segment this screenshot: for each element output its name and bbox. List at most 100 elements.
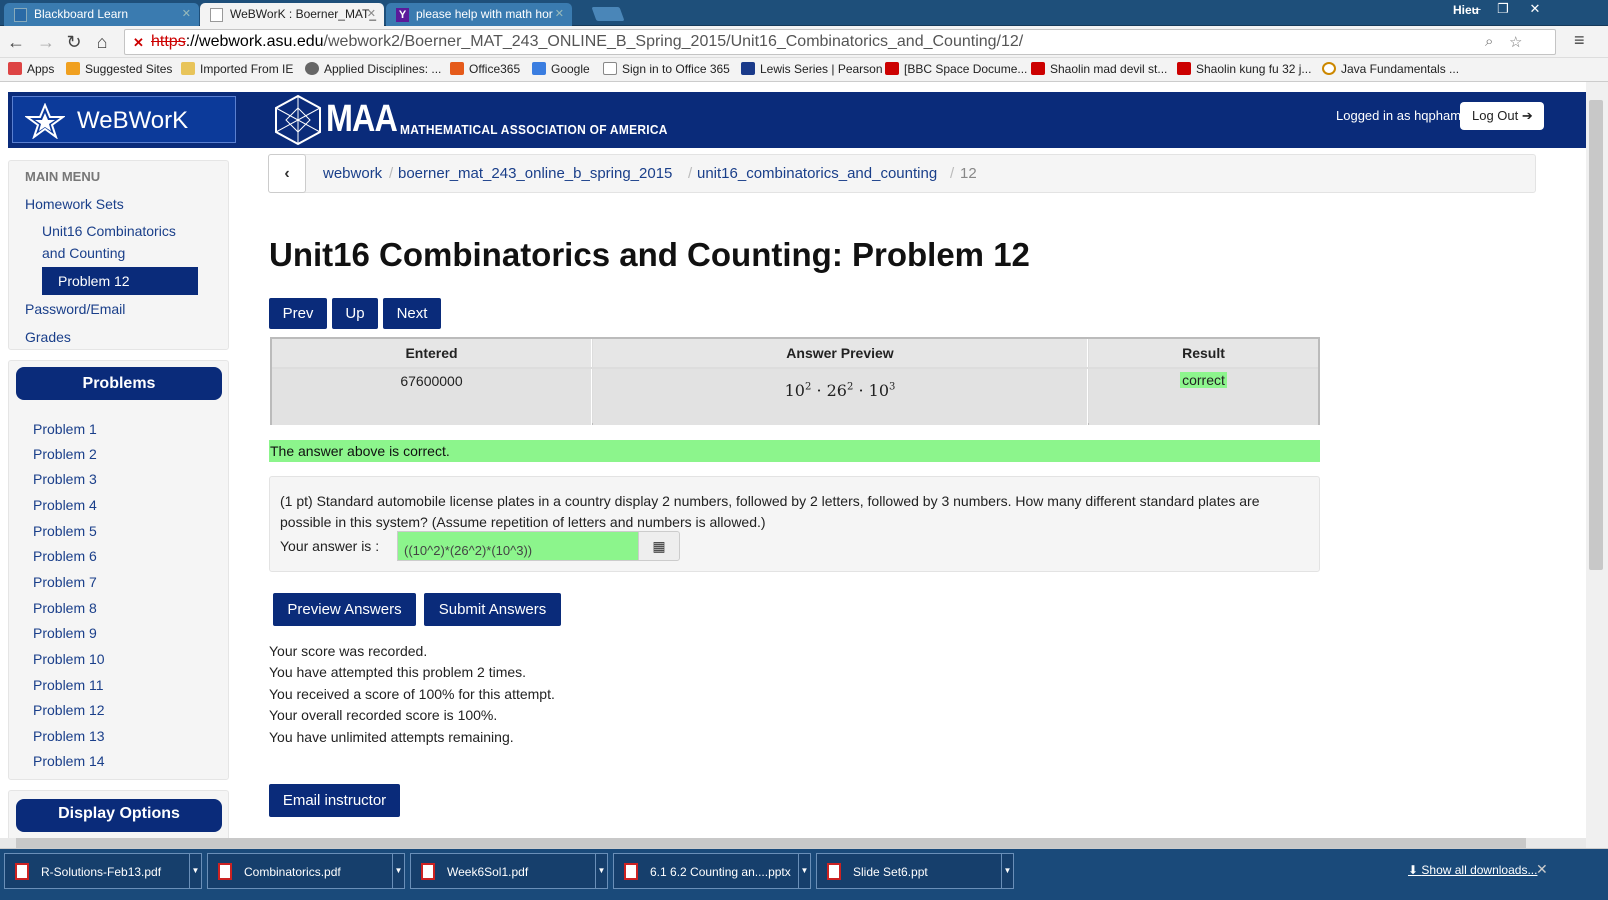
- close-icon[interactable]: ✕: [555, 7, 564, 20]
- logout-button[interactable]: Log Out ➔: [1460, 102, 1544, 130]
- download-item[interactable]: R-Solutions-Feb13.pdf ▼: [4, 853, 202, 889]
- close-icon[interactable]: ✕: [1536, 861, 1548, 878]
- url-path: /webwork2/Boerner_MAT_243_ONLINE_B_Sprin…: [323, 33, 1024, 50]
- next-button[interactable]: Next: [383, 298, 441, 329]
- problem-link-11[interactable]: Problem 11: [33, 677, 104, 693]
- bookmark-shaolin2[interactable]: Shaolin kung fu 32 j...: [1177, 62, 1311, 76]
- problem-link-5[interactable]: Problem 5: [33, 523, 97, 539]
- bookmark-java[interactable]: Java Fundamentals ...: [1322, 62, 1459, 76]
- breadcrumb-webwork[interactable]: webwork: [323, 165, 382, 182]
- problem-link-13[interactable]: Problem 13: [33, 728, 105, 744]
- chrome-menu-icon[interactable]: ≡: [1574, 30, 1585, 51]
- grades-link[interactable]: Grades: [25, 329, 71, 345]
- email-instructor-button[interactable]: Email instructor: [269, 784, 400, 817]
- tab-label: WeBWorK : Boerner_MAT_: [230, 7, 377, 21]
- problem-link-10[interactable]: Problem 10: [33, 651, 105, 667]
- webwork-logo[interactable]: WeBWorK: [12, 96, 236, 143]
- tab-webwork[interactable]: WeBWorK : Boerner_MAT_ ✕: [200, 3, 384, 26]
- problem-link-12[interactable]: Problem 12: [33, 702, 105, 718]
- equation-editor-button[interactable]: ▦: [638, 531, 680, 561]
- status-attempt-score: You received a score of 100% for this at…: [269, 686, 555, 702]
- address-bar[interactable]: ✕ https://webwork.asu.edu/webwork2/Boern…: [124, 29, 1556, 55]
- display-options-header[interactable]: Display Options: [16, 799, 222, 832]
- new-tab-button[interactable]: [591, 7, 625, 21]
- math-base: 26: [826, 381, 847, 400]
- download-item[interactable]: Combinatorics.pdf ▼: [207, 853, 405, 889]
- pdf-icon: [421, 863, 435, 880]
- download-item[interactable]: Week6Sol1.pdf ▼: [410, 853, 608, 889]
- problem-link-2[interactable]: Problem 2: [33, 446, 97, 462]
- problem-link-9[interactable]: Problem 9: [33, 625, 97, 641]
- problem-link-3[interactable]: Problem 3: [33, 471, 97, 487]
- submit-answers-button[interactable]: Submit Answers: [424, 593, 561, 626]
- preview-answers-button[interactable]: Preview Answers: [273, 593, 416, 626]
- problem-link-4[interactable]: Problem 4: [33, 497, 97, 513]
- bookmark-shaolin1[interactable]: Shaolin mad devil st...: [1031, 62, 1167, 76]
- header-entered: Entered: [272, 339, 592, 367]
- browser-toolbar: ← → ↻ ⌂ ✕ https://webwork.asu.edu/webwor…: [0, 26, 1608, 58]
- horizontal-scrollbar[interactable]: [0, 838, 1586, 848]
- unit16-link-line2[interactable]: and Counting: [42, 245, 125, 261]
- problem-link-7[interactable]: Problem 7: [33, 574, 97, 590]
- problem-link-1[interactable]: Problem 1: [33, 421, 97, 437]
- problem-link-8[interactable]: Problem 8: [33, 600, 97, 616]
- forward-icon[interactable]: →: [34, 30, 58, 54]
- download-item[interactable]: 6.1 6.2 Counting an....pptx ▼: [613, 853, 811, 889]
- bookmark-label: Shaolin kung fu 32 j...: [1196, 62, 1312, 76]
- home-icon[interactable]: ⌂: [90, 30, 114, 54]
- problem-box: (1 pt) Standard automobile license plate…: [269, 476, 1320, 572]
- bookmark-applied[interactable]: Applied Disciplines: ...: [305, 62, 441, 76]
- bookmark-apps[interactable]: Apps: [8, 62, 54, 76]
- correct-badge: correct: [1180, 372, 1227, 388]
- download-name: Slide Set6.ppt: [853, 865, 928, 879]
- close-icon[interactable]: ✕: [182, 7, 191, 20]
- back-icon[interactable]: ←: [4, 30, 28, 54]
- tab-yahoo[interactable]: Y please help with math hor ✕: [386, 3, 572, 26]
- chevron-down-icon[interactable]: ▼: [798, 854, 810, 888]
- tab-blackboard[interactable]: Blackboard Learn ✕: [4, 3, 199, 26]
- bookmark-imported[interactable]: Imported From IE: [181, 62, 293, 76]
- bookmark-label: Suggested Sites: [85, 62, 173, 76]
- up-button[interactable]: Up: [332, 298, 378, 329]
- unit16-link-line1[interactable]: Unit16 Combinatorics: [42, 223, 176, 239]
- scroll-thumb[interactable]: [16, 838, 1526, 848]
- password-email-link[interactable]: Password/Email: [25, 301, 125, 317]
- chevron-down-icon[interactable]: ▼: [392, 854, 404, 888]
- star-icon[interactable]: ☆: [1509, 33, 1522, 51]
- sidebar-item-problem-12[interactable]: Problem 12: [42, 267, 198, 295]
- bookmark-pearson[interactable]: Lewis Series | Pearson: [741, 62, 883, 76]
- logout-icon: ➔: [1521, 108, 1533, 123]
- homework-sets-link[interactable]: Homework Sets: [25, 196, 124, 212]
- problem-link-6[interactable]: Problem 6: [33, 548, 97, 564]
- answer-input[interactable]: [397, 531, 639, 561]
- show-all-downloads-link[interactable]: ⬇ Show all downloads...: [1408, 863, 1537, 877]
- zoom-icon[interactable]: ⌕: [1485, 33, 1493, 50]
- scroll-thumb[interactable]: [1589, 100, 1603, 570]
- bookmark-label: Sign in to Office 365: [622, 62, 730, 76]
- problems-panel: Problems Problem 1 Problem 2 Problem 3 P…: [8, 360, 229, 780]
- chevron-down-icon[interactable]: ▼: [189, 854, 201, 888]
- back-button[interactable]: ‹: [268, 154, 306, 193]
- download-name: Combinatorics.pdf: [244, 865, 341, 879]
- bookmark-bbc[interactable]: [BBC Space Docume...: [885, 62, 1027, 76]
- bookmark-suggested[interactable]: Suggested Sites: [66, 62, 172, 76]
- window-close-icon[interactable]: ✕: [1522, 0, 1548, 18]
- bookmark-signin[interactable]: Sign in to Office 365: [603, 62, 730, 76]
- close-icon[interactable]: ✕: [367, 7, 376, 20]
- bookmark-office365[interactable]: Office365: [450, 62, 520, 76]
- bookmark-label: Google: [551, 62, 590, 76]
- insecure-lock-icon: ✕: [133, 35, 144, 50]
- chevron-down-icon[interactable]: ▼: [595, 854, 607, 888]
- vertical-scrollbar[interactable]: [1586, 82, 1608, 848]
- brand-name: WeBWorK: [77, 107, 189, 134]
- breadcrumb-set[interactable]: unit16_combinatorics_and_counting: [697, 165, 937, 182]
- bookmark-google[interactable]: Google: [532, 62, 590, 76]
- problem-link-14[interactable]: Problem 14: [33, 753, 105, 769]
- download-item[interactable]: Slide Set6.ppt ▼: [816, 853, 1014, 889]
- restore-icon[interactable]: ❐: [1490, 0, 1516, 18]
- minimize-icon[interactable]: –: [1464, 0, 1490, 18]
- reload-icon[interactable]: ↻: [62, 30, 86, 54]
- prev-button[interactable]: Prev: [269, 298, 327, 329]
- breadcrumb-course[interactable]: boerner_mat_243_online_b_spring_2015: [398, 165, 672, 182]
- chevron-down-icon[interactable]: ▼: [1001, 854, 1013, 888]
